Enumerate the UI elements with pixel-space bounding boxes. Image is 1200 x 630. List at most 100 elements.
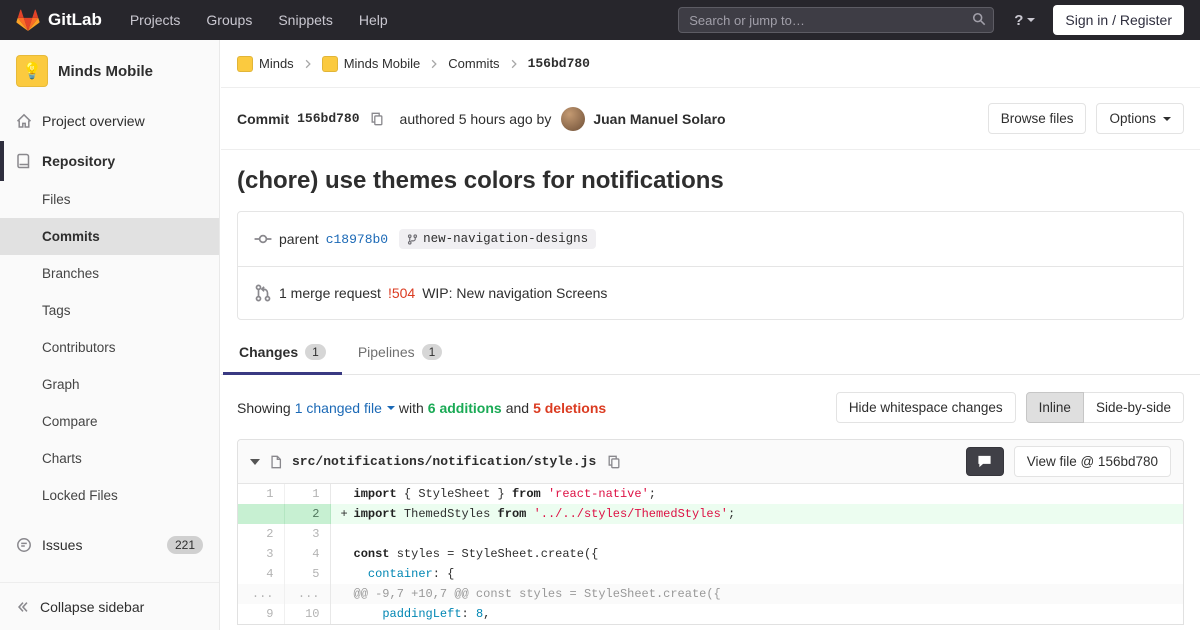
project-mini-avatar <box>321 55 338 72</box>
gitlab-home-link[interactable]: GitLab <box>16 8 102 32</box>
old-line-number[interactable]: 2 <box>238 524 285 544</box>
changed-files-dropdown[interactable]: 1 changed file <box>295 400 395 416</box>
sidebar-nav: Project overview Repository Files Commit… <box>0 101 219 565</box>
diff-line-marker: + <box>340 507 348 521</box>
parent-row: parent c18978b0 new-navigation-designs <box>238 212 1183 266</box>
old-line-number[interactable]: ... <box>238 584 285 604</box>
author-name-link[interactable]: Juan Manuel Solaro <box>593 111 725 127</box>
toggle-comments-button[interactable] <box>965 447 1004 476</box>
sidebar-item-issues[interactable]: Issues 221 <box>0 525 219 565</box>
diff-summary-bar: Showing 1 changed file with 6 additions … <box>237 392 1184 423</box>
sidebar-item-files[interactable]: Files <box>0 181 219 218</box>
diff-line: 2 + import ThemedStyles from '../../styles… <box>238 504 1183 524</box>
browse-files-button[interactable]: Browse files <box>987 103 1087 134</box>
chevron-down-icon <box>1027 18 1036 22</box>
sidebar-item-branches[interactable]: Branches <box>0 255 219 292</box>
diff-line-code: const styles = StyleSheet.create({ <box>330 544 1183 564</box>
old-line-number[interactable]: 3 <box>238 544 285 564</box>
sidebar-item-compare[interactable]: Compare <box>0 403 219 440</box>
search-input[interactable] <box>678 7 995 33</box>
breadcrumb-label: Commits <box>448 56 500 71</box>
diff-line: ...... @@ -9,7 +10,7 @@ const styles = S… <box>238 584 1183 604</box>
new-line-number[interactable]: 3 <box>284 524 331 544</box>
sidebar-item-commits[interactable]: Commits <box>0 218 219 255</box>
help-dropdown[interactable]: ? <box>1014 11 1036 29</box>
nav-link-help[interactable]: Help <box>359 12 388 28</box>
options-dropdown-button[interactable]: Options <box>1096 103 1184 134</box>
collapse-diff-icon[interactable] <box>250 458 260 465</box>
code-token: : <box>461 607 476 621</box>
sidebar-item-graph[interactable]: Graph <box>0 366 219 403</box>
tab-pipelines[interactable]: Pipelines 1 <box>342 330 459 374</box>
nav-link-groups[interactable]: Groups <box>206 12 252 28</box>
old-line-number[interactable]: 4 <box>238 564 285 584</box>
sidebar-item-charts[interactable]: Charts <box>0 440 219 477</box>
breadcrumb-minds-mobile[interactable]: Minds Mobile <box>321 55 420 72</box>
diff-line: 23 <box>238 524 1183 544</box>
sidebar-item-label: Issues <box>42 537 83 553</box>
author-avatar[interactable] <box>561 106 586 131</box>
diff-line: 11 import { StyleSheet } from 'react-nat… <box>238 484 1183 504</box>
sidebar-item-project-overview[interactable]: Project overview <box>0 101 219 141</box>
code-token: import <box>353 507 397 521</box>
branch-name: new-navigation-designs <box>423 232 589 246</box>
issues-icon <box>16 537 32 553</box>
sidebar-item-contributors[interactable]: Contributors <box>0 329 219 366</box>
new-line-number[interactable]: 5 <box>284 564 331 584</box>
copy-file-path-button[interactable] <box>605 453 623 471</box>
breadcrumb-commits[interactable]: Commits <box>448 56 499 71</box>
collapse-sidebar-button[interactable]: Collapse sidebar <box>0 582 219 630</box>
diff-line-marker <box>341 564 354 584</box>
copy-commit-sha-button[interactable] <box>368 110 386 128</box>
code-token: const <box>353 547 390 561</box>
project-header-link[interactable]: 💡 Minds Mobile <box>0 40 219 101</box>
diff-line-code: paddingLeft: 8, <box>330 604 1183 624</box>
changed-files-label: 1 changed file <box>294 399 382 416</box>
sidebar-item-locked-files[interactable]: Locked Files <box>0 477 219 514</box>
merge-request-link[interactable]: !504 <box>388 285 415 301</box>
inline-view-button[interactable]: Inline <box>1025 392 1084 423</box>
view-file-button[interactable]: View file @ 156bd780 <box>1013 446 1171 477</box>
new-line-number[interactable]: 10 <box>284 604 331 624</box>
diff-line-marker <box>341 484 354 504</box>
deletions-count: 5 deletions <box>533 399 607 416</box>
changes-count-badge: 1 <box>305 344 326 360</box>
breadcrumb-current-sha: 156bd780 <box>527 56 590 71</box>
search-icon[interactable] <box>972 12 986 29</box>
branch-badge[interactable]: new-navigation-designs <box>399 229 597 249</box>
diff-line-code: @@ -9,7 +10,7 @@ const styles = StyleShe… <box>330 584 1183 604</box>
commit-label: Commit <box>237 110 290 127</box>
new-line-number[interactable]: 2 <box>284 504 331 524</box>
branch-icon <box>407 233 418 245</box>
breadcrumb: Minds Minds Mobile Commits 156bd780 <box>221 40 1200 88</box>
question-mark-icon: ? <box>1014 11 1024 29</box>
commit-icon <box>254 230 272 248</box>
old-line-number[interactable]: 9 <box>238 604 285 624</box>
and-label: and <box>505 399 530 416</box>
nav-link-snippets[interactable]: Snippets <box>278 12 332 28</box>
diff-file-path[interactable]: src/notifications/notification/style.js <box>292 454 596 469</box>
nav-link-projects[interactable]: Projects <box>130 12 181 28</box>
sign-in-register-button[interactable]: Sign in / Register <box>1053 5 1184 35</box>
old-line-number[interactable] <box>238 504 285 524</box>
diff-line-code: + import ThemedStyles from '../../styles/… <box>330 504 1183 524</box>
tab-changes[interactable]: Changes 1 <box>223 330 342 375</box>
sidebar-item-tags[interactable]: Tags <box>0 292 219 329</box>
repository-icon <box>16 153 32 169</box>
breadcrumb-minds[interactable]: Minds <box>237 55 294 72</box>
old-line-number[interactable]: 1 <box>238 484 285 504</box>
diff-line-marker <box>341 544 354 564</box>
commit-detail: (chore) use themes colors for notificati… <box>221 167 1200 320</box>
authored-text: authored 5 hours ago by <box>399 110 552 127</box>
new-line-number[interactable]: ... <box>284 584 331 604</box>
project-avatar: 💡 <box>16 55 48 87</box>
side-by-side-view-button[interactable]: Side-by-side <box>1083 392 1184 423</box>
breadcrumb-label: Minds <box>259 56 294 71</box>
parent-sha-link[interactable]: c18978b0 <box>326 232 388 247</box>
hide-whitespace-button[interactable]: Hide whitespace changes <box>835 392 1016 423</box>
new-line-number[interactable]: 4 <box>284 544 331 564</box>
new-line-number[interactable]: 1 <box>284 484 331 504</box>
sidebar-item-repository[interactable]: Repository <box>0 141 219 181</box>
commit-sha: 156bd780 <box>297 111 360 126</box>
diff-table: 11 import { StyleSheet } from 'react-nat… <box>238 484 1183 624</box>
